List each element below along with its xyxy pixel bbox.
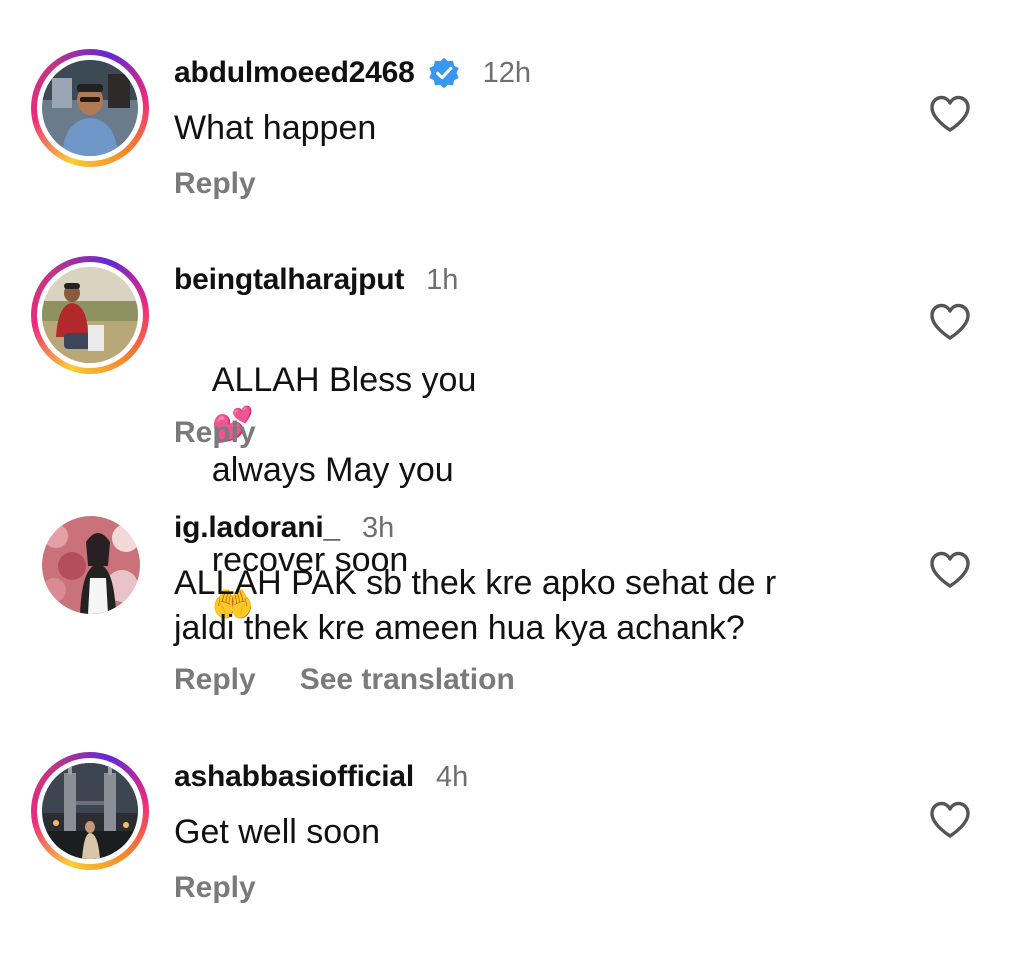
avatar (42, 267, 138, 363)
reply-button[interactable]: Reply (174, 416, 256, 450)
avatar (42, 60, 138, 156)
comment-username[interactable]: ashabbasiofficial (174, 760, 414, 794)
avatar-story-ring[interactable] (31, 49, 149, 167)
comment-text: ALLAH PAK sb thek kre apko sehat de r ja… (174, 564, 777, 647)
comment-timestamp: 4h (436, 760, 469, 793)
comment-timestamp: 3h (361, 511, 395, 544)
comment-text: What happen (174, 109, 377, 147)
avatar[interactable] (42, 516, 140, 614)
heart-outline-icon[interactable] (928, 94, 972, 134)
avatar (42, 763, 138, 859)
heart-outline-icon[interactable] (928, 550, 972, 590)
comment-username[interactable]: abdulmoeed2468 (174, 56, 415, 90)
avatar-story-ring[interactable] (31, 256, 149, 374)
reply-button[interactable]: Reply (174, 167, 256, 201)
comment-timestamp: 1h (426, 263, 459, 296)
heart-outline-icon[interactable] (928, 302, 972, 342)
comment-text-part: always May you (211, 451, 454, 489)
comment-text-part: ALLAH Bless you (211, 361, 477, 399)
avatar-story-ring[interactable] (31, 752, 149, 870)
comment-text: Get well soon (174, 813, 380, 851)
verified-badge-icon (427, 56, 461, 90)
comment-timestamp: 12h (482, 56, 532, 89)
comment-username[interactable]: beingtalharajput (174, 263, 404, 297)
comment-username[interactable]: ig.ladorani_ (174, 511, 340, 545)
reply-button[interactable]: Reply (174, 663, 256, 697)
heart-outline-icon[interactable] (928, 800, 972, 840)
reply-button[interactable]: Reply (174, 871, 256, 905)
see-translation-button[interactable]: See translation (300, 663, 515, 697)
